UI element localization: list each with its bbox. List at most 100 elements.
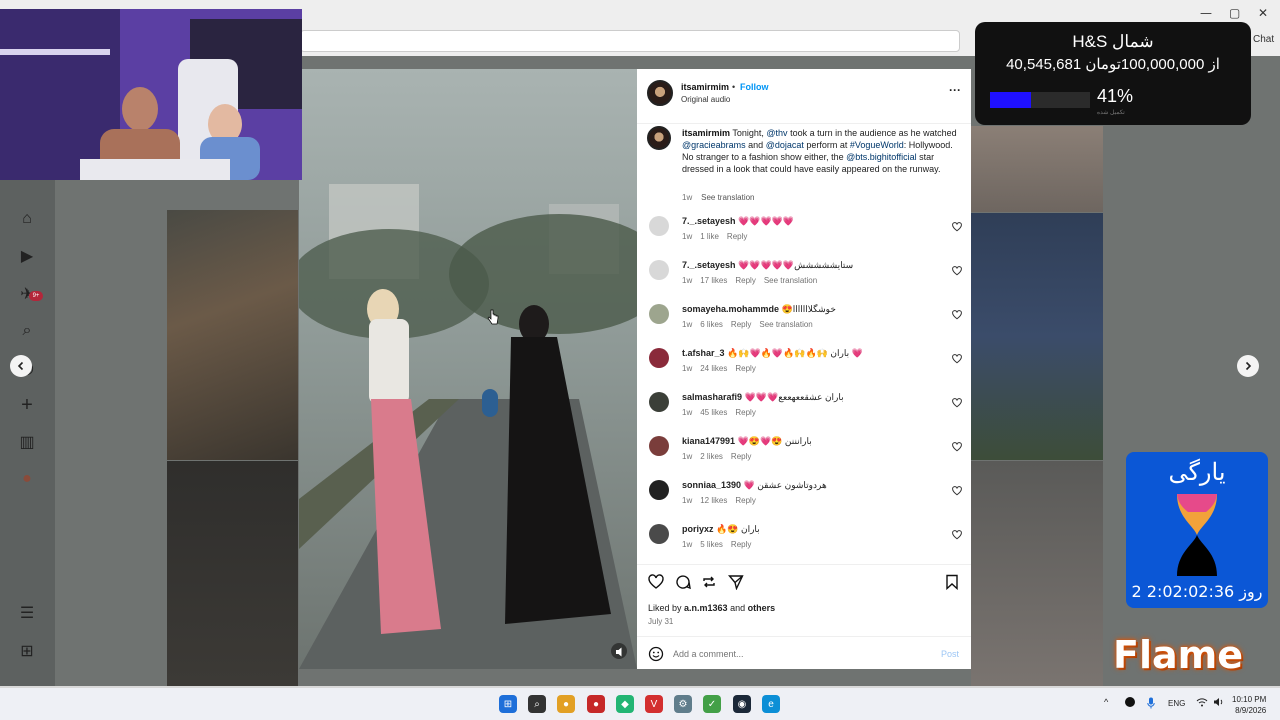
- comment-likes[interactable]: 5 likes: [700, 540, 723, 549]
- previous-post-button[interactable]: [10, 355, 32, 377]
- comment-like-icon[interactable]: [952, 398, 962, 408]
- like-button[interactable]: [647, 573, 665, 591]
- commenter-avatar[interactable]: [649, 304, 669, 324]
- post-comment-button[interactable]: Post: [941, 649, 959, 659]
- app-green-icon[interactable]: ◆: [616, 695, 634, 713]
- grid-thumbnail[interactable]: [971, 213, 1103, 460]
- liked-by-user[interactable]: a.n.m1363: [684, 603, 728, 613]
- next-post-button[interactable]: [1237, 355, 1259, 377]
- comment-like-icon[interactable]: [952, 442, 962, 452]
- comment-likes[interactable]: 1 like: [700, 232, 719, 241]
- language-indicator[interactable]: ENG: [1168, 699, 1185, 708]
- caption-mention[interactable]: @bts.bighitofficial: [846, 152, 917, 162]
- comment-button[interactable]: [674, 573, 692, 591]
- comment-likes[interactable]: 12 likes: [700, 496, 727, 505]
- comment-like-icon[interactable]: [952, 486, 962, 496]
- comment-reply-link[interactable]: Reply: [731, 540, 751, 549]
- commenter-avatar[interactable]: [649, 216, 669, 236]
- settings-icon[interactable]: ⚙: [674, 695, 692, 713]
- commenter-username[interactable]: poriyxz: [682, 524, 714, 534]
- comment-likes[interactable]: 6 likes: [700, 320, 723, 329]
- caption-mention[interactable]: #VogueWorld: [850, 140, 904, 150]
- comment-likes[interactable]: 17 likes: [700, 276, 727, 285]
- comment-likes[interactable]: 2 likes: [700, 452, 723, 461]
- caption-mention[interactable]: @dojacat: [766, 140, 804, 150]
- comment-reply-link[interactable]: Reply: [735, 364, 755, 373]
- grid-thumbnail[interactable]: [971, 461, 1103, 686]
- reels-icon[interactable]: ▶: [16, 245, 38, 267]
- comment-like-icon[interactable]: [952, 354, 962, 364]
- commenter-avatar[interactable]: [649, 392, 669, 412]
- follow-button[interactable]: Follow: [740, 82, 769, 92]
- commenter-username[interactable]: sonniaa_1390: [682, 480, 741, 490]
- reel-video[interactable]: [299, 69, 637, 669]
- search-icon[interactable]: ⌕: [528, 695, 546, 713]
- commenter-avatar[interactable]: [649, 436, 669, 456]
- caption-author-avatar[interactable]: [647, 126, 671, 150]
- app-check-icon[interactable]: ✓: [703, 695, 721, 713]
- system-clock[interactable]: 10:10 PM 8/9/2026: [1232, 694, 1266, 716]
- volume-icon[interactable]: [1213, 697, 1225, 709]
- create-icon[interactable]: +: [16, 394, 38, 416]
- app-red-icon[interactable]: ●: [587, 695, 605, 713]
- grid-thumbnail[interactable]: [167, 210, 298, 460]
- chrome-icon[interactable]: ●: [557, 695, 575, 713]
- start-icon[interactable]: ⊞: [499, 695, 517, 713]
- commenter-username[interactable]: kiana147991: [682, 436, 735, 446]
- commenter-avatar[interactable]: [649, 348, 669, 368]
- liked-by-others[interactable]: others: [748, 603, 776, 613]
- comment-like-icon[interactable]: [952, 530, 962, 540]
- caption-mention[interactable]: @gracieabrams: [682, 140, 746, 150]
- address-bar[interactable]: [300, 30, 960, 52]
- caption-mention[interactable]: @thv: [766, 128, 787, 138]
- comment-like-icon[interactable]: [952, 310, 962, 320]
- comment-reply-link[interactable]: Reply: [731, 320, 751, 329]
- commenter-avatar[interactable]: [649, 524, 669, 544]
- search-icon[interactable]: ⌕: [16, 320, 38, 342]
- comment-translate-link[interactable]: See translation: [759, 320, 812, 329]
- commenter-username[interactable]: salmasharafi9: [682, 392, 742, 402]
- mute-icon[interactable]: [614, 646, 626, 658]
- home-icon[interactable]: ⌂: [16, 208, 38, 230]
- comment-reply-link[interactable]: Reply: [735, 276, 755, 285]
- microphone-icon[interactable]: [1147, 697, 1155, 711]
- save-button[interactable]: [943, 573, 961, 591]
- steam-icon[interactable]: ◉: [733, 695, 751, 713]
- vivaldi-icon[interactable]: V: [645, 695, 663, 713]
- author-avatar[interactable]: [647, 80, 673, 106]
- commenter-avatar[interactable]: [649, 260, 669, 280]
- comment-likes[interactable]: 24 likes: [700, 364, 727, 373]
- maximize-button[interactable]: ▢: [1229, 6, 1240, 20]
- tray-app-icon[interactable]: [1125, 697, 1135, 707]
- comment-like-icon[interactable]: [952, 222, 962, 232]
- commenter-username[interactable]: t.afshar_3: [682, 348, 725, 358]
- comment-reply-link[interactable]: Reply: [735, 496, 755, 505]
- menu-icon[interactable]: ☰: [16, 602, 38, 624]
- network-icon[interactable]: [1196, 697, 1208, 709]
- comment-likes[interactable]: 45 likes: [700, 408, 727, 417]
- comment-input[interactable]: [673, 646, 913, 662]
- comment-like-icon[interactable]: [952, 266, 962, 276]
- commenter-avatar[interactable]: [649, 480, 669, 500]
- caption-username[interactable]: itsamirmim: [682, 128, 730, 138]
- comment-reply-link[interactable]: Reply: [735, 408, 755, 417]
- tray-chevron-icon[interactable]: ^: [1104, 697, 1108, 707]
- see-translation-link[interactable]: See translation: [701, 193, 754, 202]
- author-username[interactable]: itsamirmim: [681, 82, 729, 92]
- emoji-icon[interactable]: [648, 646, 664, 662]
- close-window-button[interactable]: ✕: [1258, 6, 1268, 20]
- comment-reply-link[interactable]: Reply: [727, 232, 747, 241]
- profile-icon[interactable]: ●: [16, 468, 38, 490]
- minimize-button[interactable]: —: [1200, 6, 1212, 20]
- edge-icon[interactable]: e: [762, 695, 780, 713]
- grid-thumbnail[interactable]: [167, 461, 298, 686]
- chat-label[interactable]: Chat: [1253, 34, 1274, 45]
- audio-label[interactable]: Original audio: [681, 95, 730, 104]
- share-button[interactable]: [727, 573, 745, 591]
- commenter-username[interactable]: somayeha.mohammde: [682, 304, 779, 314]
- more-options-icon[interactable]: ···: [949, 83, 961, 97]
- comment-translate-link[interactable]: See translation: [764, 276, 817, 285]
- commenter-username[interactable]: 7._.setayesh: [682, 216, 736, 226]
- more-apps-icon[interactable]: ⊞: [16, 640, 38, 662]
- dashboard-icon[interactable]: ▥: [16, 431, 38, 453]
